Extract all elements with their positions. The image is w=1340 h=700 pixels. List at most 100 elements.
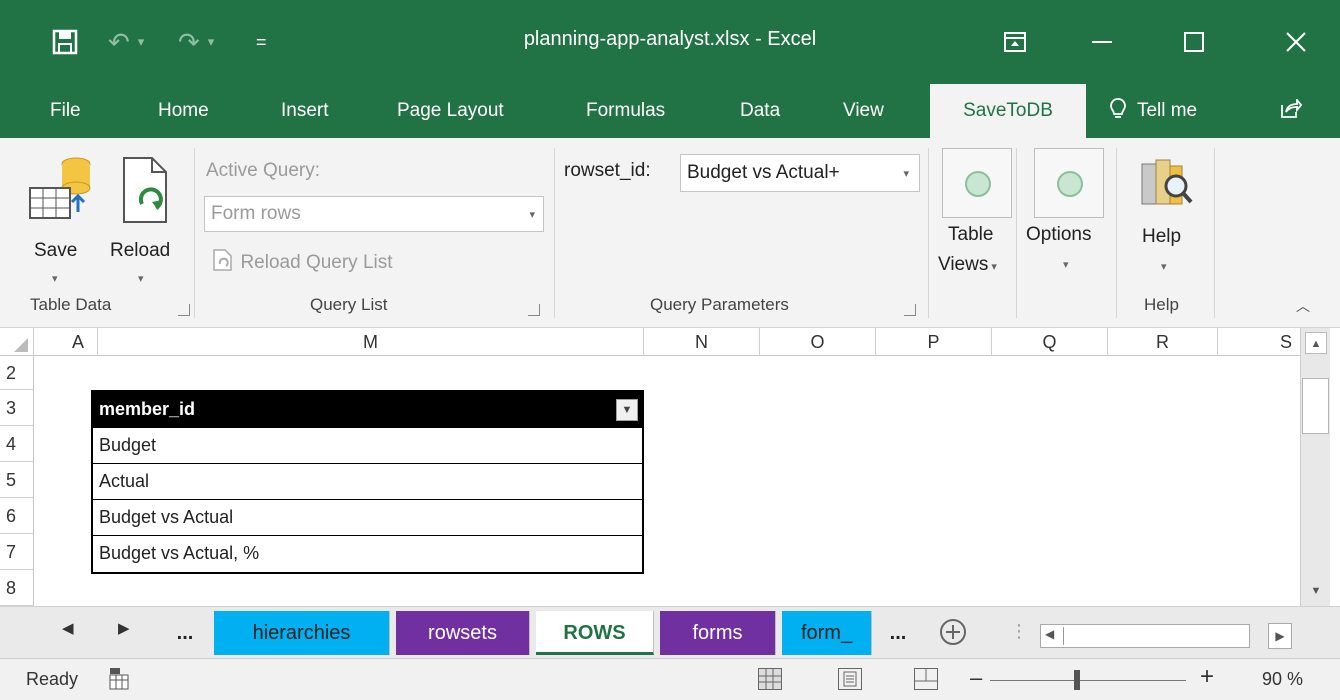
- table-row[interactable]: Budget: [93, 428, 642, 464]
- tab-file[interactable]: File: [50, 84, 81, 138]
- column-header-s[interactable]: S: [1218, 328, 1300, 356]
- ribbon: Save ▾ Reload ▾ Table Data Active Query:…: [0, 138, 1340, 328]
- row-header-2[interactable]: 2: [0, 356, 34, 390]
- minimize-button[interactable]: [1062, 0, 1142, 84]
- dialog-launcher-icon[interactable]: [904, 304, 916, 316]
- page-break-view-icon[interactable]: [914, 668, 938, 690]
- active-query-select[interactable]: Form rows ▾: [204, 196, 544, 232]
- macro-recording-icon[interactable]: [108, 667, 130, 696]
- tab-formulas[interactable]: Formulas: [586, 84, 665, 138]
- table-row[interactable]: Actual: [93, 464, 642, 500]
- help-button[interactable]: Help ▾: [1126, 150, 1206, 290]
- undo-icon[interactable]: ↶ ▾: [108, 0, 144, 84]
- member-table: member_id ▼ Budget Actual Budget vs Actu…: [91, 390, 644, 574]
- table-views-icon: [942, 148, 1012, 218]
- table-row[interactable]: Budget vs Actual, %: [93, 536, 642, 572]
- maximize-button[interactable]: [1154, 0, 1234, 84]
- zoom-level[interactable]: 90 %: [1262, 669, 1303, 690]
- chevron-down-icon: ▾: [138, 273, 144, 285]
- save-button[interactable]: Save ▾: [24, 152, 94, 292]
- options-button[interactable]: Options ▾: [1022, 146, 1114, 286]
- horizontal-scrollbar[interactable]: ◀: [1040, 624, 1250, 648]
- close-button[interactable]: [1256, 0, 1336, 84]
- tell-me-label: Tell me: [1136, 100, 1198, 121]
- rowset-id-value: Budget vs Actual+: [687, 162, 840, 183]
- tab-view[interactable]: View: [843, 84, 884, 138]
- tab-data[interactable]: Data: [740, 84, 780, 138]
- vertical-scrollbar[interactable]: ▲ ▼: [1300, 328, 1330, 606]
- group-separator: [1214, 148, 1215, 318]
- sheet-tab-bar: ◀ ▶ ... hierarchies rowsets ROWS forms f…: [0, 606, 1340, 658]
- rowset-id-select[interactable]: Budget vs Actual+ ▾: [680, 154, 920, 192]
- scroll-up-icon[interactable]: ▲: [1305, 332, 1327, 354]
- status-ready: Ready: [26, 669, 79, 689]
- lightbulb-icon: [1110, 98, 1137, 121]
- column-header-r[interactable]: R: [1108, 328, 1218, 356]
- row-header-7[interactable]: 7: [0, 534, 34, 570]
- normal-view-icon[interactable]: [758, 668, 782, 690]
- scroll-down-icon[interactable]: ▼: [1305, 580, 1327, 602]
- row-header-4[interactable]: 4: [0, 426, 34, 462]
- prev-sheet-icon[interactable]: ◀: [62, 619, 74, 637]
- column-header-a[interactable]: A: [34, 328, 98, 356]
- customize-toolbar-icon[interactable]: =: [256, 0, 267, 84]
- column-header-m[interactable]: M: [98, 328, 644, 356]
- tab-insert[interactable]: Insert: [281, 84, 329, 138]
- save-icon[interactable]: [52, 0, 78, 84]
- row-header-6[interactable]: 6: [0, 498, 34, 534]
- ribbon-display-options-icon[interactable]: [975, 0, 1055, 84]
- options-label: Options: [1026, 224, 1092, 245]
- scroll-right-icon[interactable]: ▶: [1268, 623, 1292, 649]
- sheet-tab-hierarchies[interactable]: hierarchies: [214, 611, 390, 655]
- group-separator: [1116, 148, 1117, 318]
- tab-home[interactable]: Home: [158, 84, 209, 138]
- dialog-launcher-icon[interactable]: [528, 304, 540, 316]
- database-save-icon: [28, 154, 92, 231]
- filter-dropdown-icon[interactable]: ▼: [616, 399, 638, 421]
- more-sheets-right-button[interactable]: ...: [878, 611, 918, 655]
- column-header-o[interactable]: O: [760, 328, 876, 356]
- active-query-label: Active Query:: [206, 160, 321, 181]
- sheet-tab-form[interactable]: form_: [782, 611, 872, 655]
- collapse-ribbon-icon[interactable]: ︿: [1296, 296, 1310, 316]
- table-views-button[interactable]: Table Views ▾: [936, 146, 1012, 286]
- tell-me-search[interactable]: Tell me: [1110, 84, 1197, 138]
- reload-button[interactable]: Reload ▾: [104, 152, 184, 292]
- page-layout-view-icon[interactable]: [838, 668, 862, 690]
- table-row[interactable]: Budget vs Actual: [93, 500, 642, 536]
- table-header-member-id[interactable]: member_id: [99, 399, 195, 419]
- sheet-tab-forms[interactable]: forms: [660, 611, 776, 655]
- column-header-n[interactable]: N: [644, 328, 760, 356]
- group-label-table-data: Table Data: [30, 295, 112, 314]
- next-sheet-icon[interactable]: ▶: [118, 619, 130, 637]
- zoom-in-button[interactable]: +: [1200, 663, 1214, 691]
- tab-savetodb[interactable]: SaveToDB: [930, 84, 1086, 140]
- column-header-p[interactable]: P: [876, 328, 992, 356]
- more-sheets-left-button[interactable]: ...: [160, 611, 210, 655]
- redo-icon[interactable]: ↷ ▾: [178, 0, 214, 84]
- table-views-label: Table: [948, 224, 994, 245]
- row-header-5[interactable]: 5: [0, 462, 34, 498]
- reload-query-list-button[interactable]: Reload Query List: [212, 248, 393, 278]
- share-icon[interactable]: [1280, 84, 1303, 138]
- zoom-slider-thumb[interactable]: [1074, 670, 1081, 690]
- new-sheet-icon[interactable]: [938, 617, 968, 652]
- group-separator: [1016, 148, 1017, 318]
- select-all-corner[interactable]: [0, 328, 34, 356]
- sheet-tab-rows[interactable]: ROWS: [536, 611, 654, 655]
- zoom-slider[interactable]: [990, 680, 1186, 681]
- dialog-launcher-icon[interactable]: [178, 304, 190, 316]
- table-views-label-2: Views ▾: [938, 254, 997, 275]
- group-label-help: Help: [1144, 295, 1179, 314]
- scroll-left-icon[interactable]: ◀: [1045, 627, 1054, 641]
- zoom-out-button[interactable]: –: [970, 665, 982, 691]
- row-header-8[interactable]: 8: [0, 570, 34, 606]
- tab-page-layout[interactable]: Page Layout: [397, 84, 504, 138]
- column-header-q[interactable]: Q: [992, 328, 1108, 356]
- row-header-3[interactable]: 3: [0, 390, 34, 426]
- sheet-tab-rowsets[interactable]: rowsets: [396, 611, 530, 655]
- vertical-scroll-thumb[interactable]: [1302, 378, 1329, 434]
- chevron-down-icon: ▾: [1161, 261, 1167, 273]
- table-header-row: member_id ▼: [93, 392, 642, 428]
- tab-split-handle[interactable]: ⋮: [1010, 621, 1028, 642]
